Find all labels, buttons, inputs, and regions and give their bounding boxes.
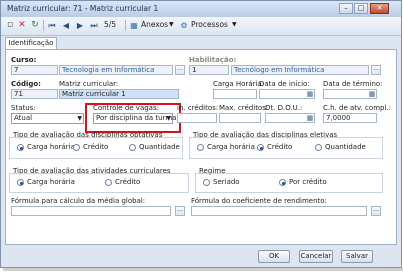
extra-hours-label: C.h. de atv. compl.: (323, 104, 391, 112)
window-shadow (3, 268, 403, 271)
toolbar-separator (43, 20, 44, 31)
close-button[interactable]: ✕ (370, 3, 389, 14)
qualification-code-field[interactable]: 1 (189, 65, 229, 75)
elective-quantity-radio[interactable] (315, 144, 322, 151)
elective-workload-radio[interactable] (197, 144, 204, 151)
min-credits-label: in. créditos: (177, 104, 219, 112)
first-icon[interactable]: ⏮ (47, 19, 57, 32)
status-select[interactable]: Atual ▼ (11, 113, 84, 124)
calendar-icon[interactable]: ▦ (305, 89, 315, 99)
refresh-icon[interactable]: ↻ (30, 19, 40, 32)
dou-date-label: Dt. D.O.U.: (265, 104, 303, 112)
optional-quantity-label: Quantidade (139, 143, 180, 151)
workload-input[interactable] (213, 89, 257, 99)
ok-button[interactable]: OK (258, 250, 290, 263)
matrix-name-input[interactable]: Matriz curricular 1 (59, 89, 179, 99)
minimize-button[interactable]: – (339, 3, 353, 14)
calendar-icon[interactable]: ▦ (367, 89, 377, 99)
course-lookup-button[interactable]: … (175, 65, 185, 75)
save-button[interactable]: Salvar (341, 250, 373, 263)
activities-workload-radio[interactable] (17, 179, 24, 186)
extra-hours-input[interactable]: 7,0000 (323, 113, 377, 123)
status-value: Atual (14, 114, 33, 122)
window-title: Matriz curricular: 71 - Matriz curricula… (7, 4, 159, 13)
end-date-label: Data de término: (323, 80, 383, 88)
optional-workload-radio[interactable] (17, 144, 24, 151)
course-code-field[interactable]: 7 (11, 65, 58, 75)
elective-quantity-label: Quantidade (325, 143, 366, 151)
delete-icon[interactable]: ✕ (17, 19, 27, 32)
min-credits-input[interactable] (177, 113, 217, 123)
chevron-down-icon[interactable]: ▼ (232, 21, 237, 28)
cancel-button[interactable]: Cancelar (299, 250, 333, 263)
calendar-icon[interactable]: ▦ (305, 113, 315, 123)
yield-formula-label: Fórmula do coeficiente de rendimento: (191, 197, 327, 205)
code-label: Código: (11, 80, 41, 88)
optional-quantity-radio[interactable] (129, 144, 136, 151)
status-label: Status: (11, 104, 36, 112)
course-label: Curso: (11, 56, 37, 64)
previous-icon[interactable]: ◀ (61, 19, 71, 32)
elective-credit-label: Crédito (267, 143, 293, 151)
regime-serial-radio[interactable] (203, 179, 210, 186)
last-icon[interactable]: ⏭ (89, 19, 99, 32)
chevron-down-icon[interactable]: ▼ (169, 21, 174, 28)
regime-credit-label: Por crédito (289, 178, 327, 186)
annex-icon[interactable]: ▦ (129, 19, 139, 32)
annexes-menu[interactable]: Anexos (141, 20, 168, 29)
optional-credit-label: Crédito (83, 143, 109, 151)
next-icon[interactable]: ▶ (75, 19, 85, 32)
matrix-label: Matriz curricular: (59, 80, 119, 88)
code-field[interactable]: 71 (11, 89, 58, 99)
gpa-formula-input[interactable] (11, 206, 171, 216)
activities-credit-radio[interactable] (105, 179, 112, 186)
start-date-label: Data de início: (259, 80, 310, 88)
process-icon[interactable]: ⚙ (179, 19, 189, 32)
new-icon[interactable]: ▫ (5, 19, 15, 32)
toolbar: ▫ ✕ ↻ ⏮ ◀ ▶ ⏭ 5/5 ▦ Anexos ▼ ⚙ Processos… (1, 17, 401, 36)
title-bar: Matriz curricular: 71 - Matriz curricula… (1, 1, 401, 17)
tab-identificacao[interactable]: Identificação (5, 37, 57, 49)
max-credits-label: Max. créditos: (219, 104, 269, 112)
toolbar-separator (125, 20, 126, 31)
qualification-label: Habilitação: (189, 56, 237, 64)
chevron-down-icon: ▼ (77, 115, 82, 122)
dialog-window: Matriz curricular: 71 - Matriz curricula… (0, 0, 402, 268)
processes-menu[interactable]: Processos (191, 20, 228, 29)
yield-formula-lookup-button[interactable]: … (371, 206, 381, 216)
optional-credit-radio[interactable] (73, 144, 80, 151)
elective-credit-radio[interactable] (257, 144, 264, 151)
course-name-field[interactable]: Tecnologia em Informática (59, 65, 173, 75)
regime-credit-radio[interactable] (279, 179, 286, 186)
regime-serial-label: Seriado (213, 178, 240, 186)
qualification-name-field[interactable]: Tecnólogo em Informática (231, 65, 369, 75)
activities-credit-label: Crédito (115, 178, 141, 186)
elective-workload-label: Carga horária (207, 143, 255, 151)
record-position: 5/5 (104, 20, 117, 29)
optional-workload-label: Carga horária (27, 143, 75, 151)
maximize-button[interactable]: □ (354, 3, 368, 14)
activities-workload-label: Carga horária (27, 178, 75, 186)
yield-formula-input[interactable] (191, 206, 367, 216)
gpa-formula-lookup-button[interactable]: … (175, 206, 185, 216)
highlight-box (85, 103, 181, 133)
workload-label: Carga Horária: (213, 80, 265, 88)
qualification-lookup-button[interactable]: … (371, 65, 381, 75)
gpa-formula-label: Fórmula para cálculo da média global: (11, 197, 146, 205)
max-credits-input[interactable] (219, 113, 261, 123)
